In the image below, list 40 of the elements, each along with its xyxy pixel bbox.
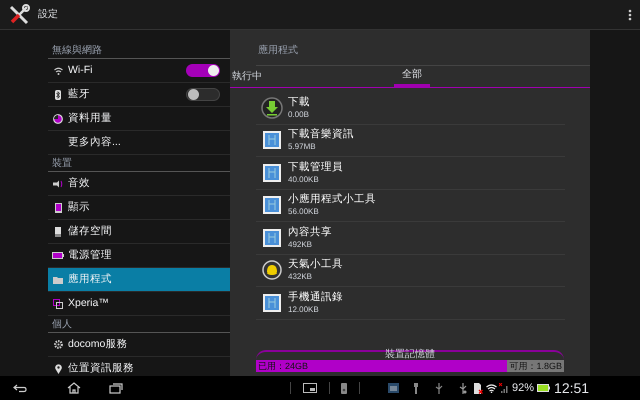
free-text: 可用：1.8GB: [507, 360, 564, 372]
app-list-item[interactable]: 下載管理員 40.00KB: [256, 157, 565, 190]
app-size: 5.97MB: [288, 141, 316, 152]
app-size: 432KB: [288, 271, 312, 282]
app-name: 下載音樂資訊: [288, 128, 354, 142]
screen-title: 設定: [38, 8, 58, 22]
settings-item[interactable]: 藍牙: [48, 83, 230, 107]
panel-title: 應用程式: [258, 44, 298, 58]
settings-item[interactable]: Wi-Fi: [48, 59, 230, 83]
app-size: 0.00B: [288, 108, 309, 120]
app-size: 56.00KB: [288, 206, 319, 218]
settings-item[interactable]: 儲存空間: [48, 220, 230, 244]
app-name: 小應用程式小工具: [288, 193, 376, 206]
used-text: 已用：24GB: [258, 360, 308, 372]
settings-item[interactable]: 資料用量: [48, 107, 230, 131]
app-list-item[interactable]: 天氣小工具 432KB: [256, 254, 565, 287]
settings-item[interactable]: 顯示: [48, 196, 230, 220]
app-size: 12.00KB: [288, 304, 319, 315]
section-header: 裝置: [52, 158, 72, 170]
tab[interactable]: 全部: [394, 67, 430, 87]
app-list-item[interactable]: 內容共享 492KB: [256, 222, 565, 254]
settings-item[interactable]: Xperia™: [48, 292, 230, 316]
app-list-item[interactable]: 小應用程式小工具 56.00KB: [256, 190, 565, 222]
section-header: 個人: [52, 319, 72, 331]
app-list-item[interactable]: 下載 0.00B: [256, 92, 565, 124]
app-size: 492KB: [288, 238, 312, 250]
app-name: 天氣小工具: [288, 258, 343, 272]
app-size: 40.00KB: [288, 174, 319, 185]
clock: 12:51: [554, 378, 590, 398]
app-list-item[interactable]: 下載音樂資訊 5.97MB: [256, 124, 565, 157]
tab[interactable]: 執行中: [232, 69, 372, 84]
app-name: 內容共享: [288, 226, 332, 239]
app-name: 手機通訊錄: [288, 290, 343, 304]
app-list-item[interactable]: 手機通訊錄 12.00KB: [256, 287, 565, 320]
app-name: 下載: [288, 96, 310, 109]
section-header: 無線與網路: [52, 45, 102, 57]
settings-item[interactable]: 應用程式: [48, 268, 230, 292]
storage-label: 裝置記憶體: [385, 350, 435, 360]
app-name: 下載管理員: [288, 160, 343, 174]
battery-percent: 92%: [512, 380, 534, 396]
